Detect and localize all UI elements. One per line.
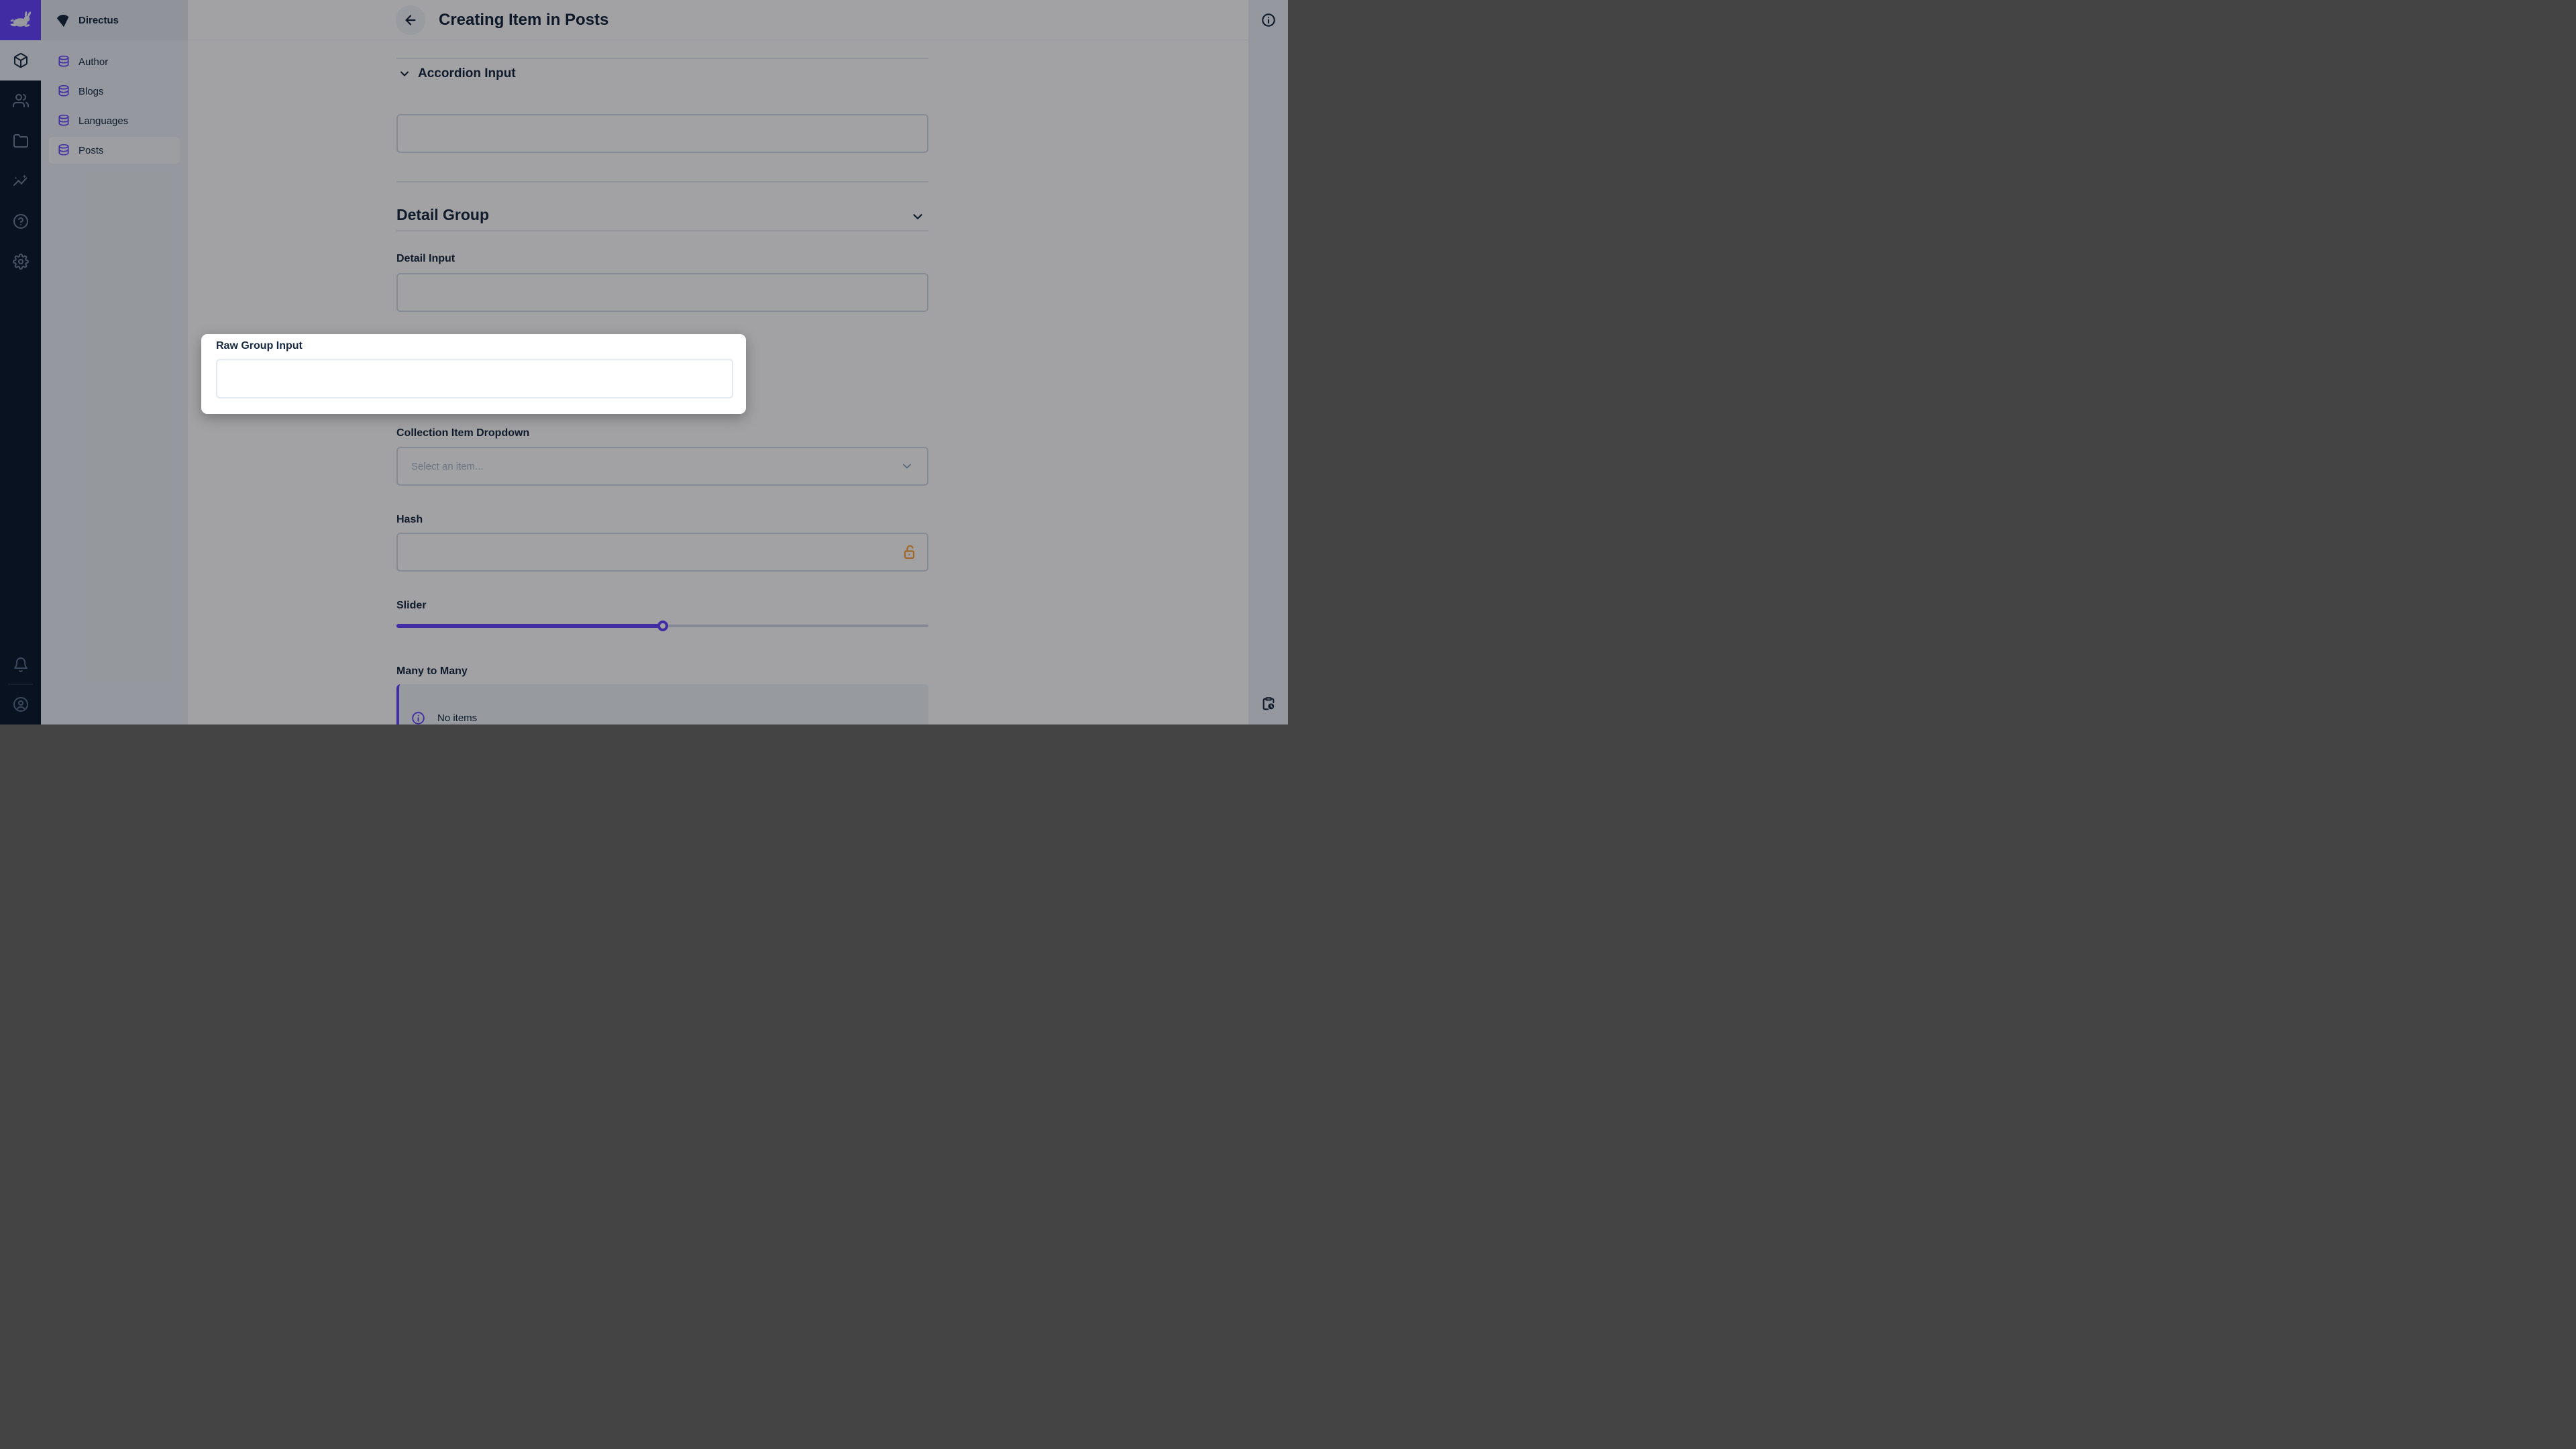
app-window: Directus Author Blogs Languages Posts bbox=[0, 0, 1288, 724]
spotlight-card: Raw Group Input bbox=[201, 334, 746, 414]
raw-group-input-field[interactable] bbox=[216, 359, 733, 398]
raw-group-input-label: Raw Group Input bbox=[216, 340, 739, 352]
